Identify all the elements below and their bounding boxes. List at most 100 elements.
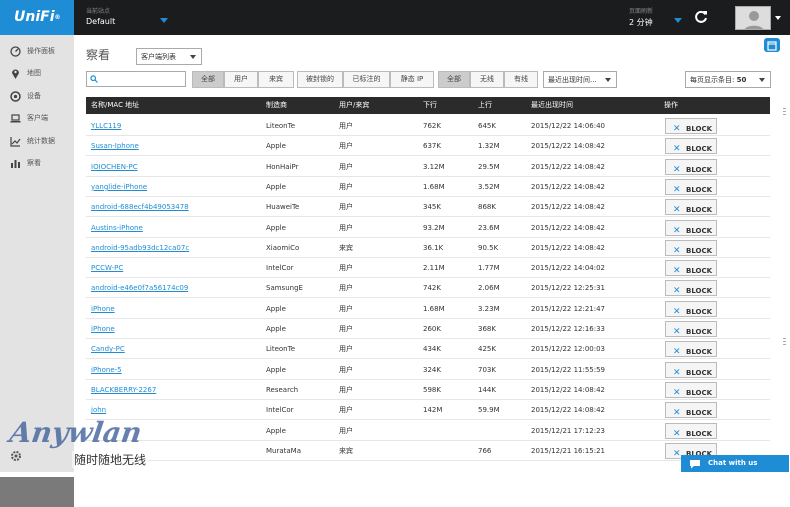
filter-blocked[interactable]: 被封锁的 xyxy=(297,71,343,88)
table-row[interactable]: yanglide-iPhone Apple 用户 1.68M 3.52M 2015/12/… xyxy=(86,176,770,197)
block-button[interactable]: ✕ BLOCK xyxy=(665,341,717,358)
table-row[interactable]: Austins-iPhone Apple 用户 93.2M 23.6M 2015/12/2… xyxy=(86,217,770,238)
block-button[interactable]: ✕ BLOCK xyxy=(665,381,717,398)
block-button[interactable]: ✕ BLOCK xyxy=(665,138,717,155)
block-label: BLOCK xyxy=(686,145,713,154)
client-name[interactable]: Candy-PC xyxy=(91,339,125,359)
table-row[interactable]: iPhone Apple 用户 1.68M 3.23M 2015/12/22 12:21:… xyxy=(86,298,770,319)
client-name[interactable]: Susan-Iphone xyxy=(91,136,139,156)
table-row[interactable]: Susan-Iphone Apple 用户 637K 1.32M 2015/12/22 1… xyxy=(86,136,770,157)
client-up: 868K xyxy=(478,203,496,212)
column-user-guest[interactable]: 用户/来宾 xyxy=(339,97,369,114)
client-type: 用户 xyxy=(339,182,353,191)
stats-icon xyxy=(10,137,21,147)
filter-all[interactable]: 全部 xyxy=(192,71,224,88)
column-last-seen[interactable]: 最近出现时间 xyxy=(531,97,573,114)
table-row[interactable]: john IntelCor 用户 142M 59.9M 2015/12/22 14:08:… xyxy=(86,400,770,421)
sidebar-item-devices[interactable]: 设备 xyxy=(0,86,74,106)
sidebar-item-clients[interactable]: 客户端 xyxy=(0,108,74,128)
table-header: 名称/MAC 地址 制造商 用户/来宾 下行 上行 最近出现时间 操作 xyxy=(86,97,770,114)
client-name[interactable]: IOIOCHEN-PC xyxy=(91,157,138,177)
avatar[interactable] xyxy=(735,6,771,30)
client-type: 来宾 xyxy=(339,243,353,252)
client-name[interactable]: android-688ecf4b49053478 xyxy=(91,197,189,217)
refresh-icon[interactable] xyxy=(693,9,709,25)
client-name[interactable]: iPhone xyxy=(91,299,115,319)
site-value[interactable]: Default xyxy=(86,17,115,26)
search-input[interactable] xyxy=(86,71,186,87)
client-name[interactable]: android-95adb93dc12ca07c xyxy=(91,238,189,258)
filter-wired[interactable]: 有线 xyxy=(504,71,538,88)
column-up[interactable]: 上行 xyxy=(478,97,492,114)
filter-all-connection[interactable]: 全部 xyxy=(438,71,470,88)
client-name[interactable]: YLLC119 xyxy=(91,116,121,136)
table-row[interactable]: Apple 用户 2015/12/21 17:12:23 ✕ BLOCK xyxy=(86,420,770,441)
chevron-down-icon xyxy=(759,78,765,82)
table-row[interactable]: YLLC119 LiteonTe 用户 762K 645K 2015/12/22 14:0… xyxy=(86,116,770,136)
user-menu-caret-icon[interactable] xyxy=(775,16,781,20)
chat-label: Chat with us xyxy=(708,459,758,467)
block-button[interactable]: ✕ BLOCK xyxy=(665,280,717,297)
table-row[interactable]: MurataMa 来宾 766 2015/12/21 16:15:21 ✕ BLOCK xyxy=(86,440,770,461)
chat-button[interactable]: Chat with us xyxy=(681,455,789,472)
block-button[interactable]: ✕ BLOCK xyxy=(665,321,717,337)
client-up: 23.6M xyxy=(478,223,500,232)
refresh-value[interactable]: 2 分钟 xyxy=(629,17,653,28)
block-label: BLOCK xyxy=(686,287,713,296)
filter-static-ip[interactable]: 静态 IP xyxy=(390,71,434,88)
table-row[interactable]: PCCW-PC IntelCor 用户 2.11M 1.77M 2015/12/22 14… xyxy=(86,258,770,279)
client-name[interactable]: PCCW-PC xyxy=(91,258,123,278)
sidebar-item-map[interactable]: 地图 xyxy=(0,63,74,83)
block-button[interactable]: ✕ BLOCK xyxy=(665,239,717,256)
table-row[interactable]: iPhone Apple 用户 260K 368K 2015/12/22 12:16:33… xyxy=(86,319,770,339)
unifi-logo[interactable]: UniFi® xyxy=(0,0,74,35)
client-down: 1.68M xyxy=(423,182,445,191)
table-row[interactable]: android-95adb93dc12ca07c XiaomiCo 来宾 36.1K 9… xyxy=(86,237,770,258)
client-name[interactable]: yanglide-iPhone xyxy=(91,177,147,197)
client-name[interactable]: iPhone-5 xyxy=(91,360,122,380)
table-row[interactable]: android-688ecf4b49053478 HuaweiTe 用户 345K 86… xyxy=(86,197,770,218)
block-button[interactable]: ✕ BLOCK xyxy=(665,219,717,236)
filter-users[interactable]: 用户 xyxy=(224,71,258,88)
column-name[interactable]: 名称/MAC 地址 xyxy=(91,97,139,114)
edit-layout-button[interactable] xyxy=(764,38,780,52)
block-button[interactable]: ✕ BLOCK xyxy=(665,422,717,439)
block-label: BLOCK xyxy=(686,246,713,255)
table-row[interactable]: android-e46e0f7a56174c09 SamsungE 用户 742K 2.… xyxy=(86,278,770,299)
sidebar-item-statistics[interactable]: 统计数据 xyxy=(0,131,74,151)
client-type: 用户 xyxy=(339,304,353,313)
client-name[interactable]: Austins-iPhone xyxy=(91,218,143,238)
table-row[interactable]: IOIOCHEN-PC HonHaiPr 用户 3.12M 29.5M 2015/12/2… xyxy=(86,156,770,177)
client-name[interactable]: BLACKBERRY-2267 xyxy=(91,380,156,400)
table-row[interactable]: BLACKBERRY-2267 Research 用户 598K 144K 2015/12… xyxy=(86,379,770,400)
block-button[interactable]: ✕ BLOCK xyxy=(665,199,717,216)
block-button[interactable]: ✕ BLOCK xyxy=(665,361,717,378)
client-name[interactable]: iPhone xyxy=(91,319,115,339)
sidebar-item-insights[interactable]: 察看 xyxy=(0,153,74,173)
column-vendor[interactable]: 制造商 xyxy=(266,97,287,114)
site-dropdown-icon[interactable] xyxy=(160,18,168,23)
filter-guests[interactable]: 来宾 xyxy=(258,71,294,88)
table-row[interactable]: iPhone-5 Apple 用户 324K 703K 2015/12/22 11:55:… xyxy=(86,359,770,380)
block-button[interactable]: ✕ BLOCK xyxy=(665,118,717,134)
client-name[interactable]: android-e46e0f7a56174c09 xyxy=(91,278,188,298)
view-select[interactable]: 客户端列表 xyxy=(136,48,202,65)
client-last-seen: 2015/12/22 12:21:47 xyxy=(531,304,606,313)
column-down[interactable]: 下行 xyxy=(423,97,437,114)
filter-wireless[interactable]: 无线 xyxy=(470,71,504,88)
block-button[interactable]: ✕ BLOCK xyxy=(665,260,717,277)
page-size-select[interactable]: 每页显示条目: 50 xyxy=(685,71,771,88)
block-button[interactable]: ✕ BLOCK xyxy=(665,402,717,419)
block-button[interactable]: ✕ BLOCK xyxy=(665,178,717,195)
block-button[interactable]: ✕ BLOCK xyxy=(665,300,717,317)
client-type: 用户 xyxy=(339,325,353,333)
sort-select[interactable]: 最近出现时间... xyxy=(543,71,617,88)
sidebar-item-dashboard[interactable]: 操作面板 xyxy=(0,41,74,61)
client-up: 368K xyxy=(478,325,496,333)
table-row[interactable]: Candy-PC LiteonTe 用户 434K 425K 2015/12/22 12:… xyxy=(86,339,770,360)
refresh-dropdown-icon[interactable] xyxy=(674,18,682,23)
block-button[interactable]: ✕ BLOCK xyxy=(665,158,717,175)
gear-icon[interactable] xyxy=(10,450,22,462)
client-down: 2.11M xyxy=(423,264,445,273)
filter-marked[interactable]: 已标注的 xyxy=(343,71,390,88)
